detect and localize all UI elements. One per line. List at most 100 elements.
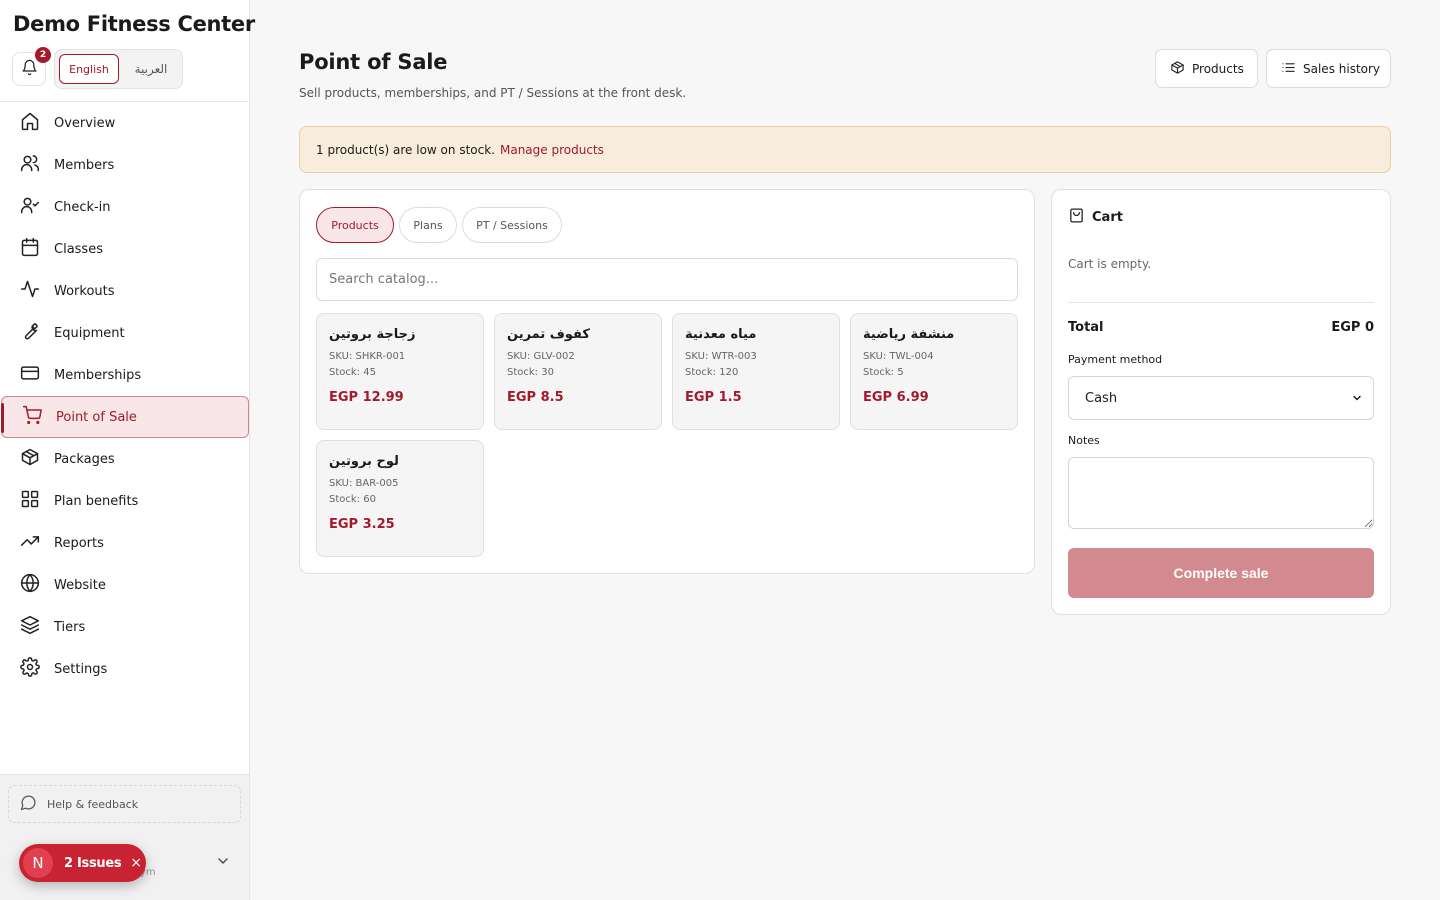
sales-history-label: Sales history (1303, 61, 1381, 76)
product-name: كفوف تمرين (507, 327, 590, 342)
language-switcher: English العربية (54, 49, 183, 89)
product-price: EGP 1.5 (685, 390, 742, 405)
sidebar-item-label: Tiers (54, 619, 86, 635)
tab-plans[interactable]: Plans (399, 207, 457, 243)
sidebar-item-label: Classes (54, 241, 103, 257)
notifications-button[interactable]: 2 (12, 47, 51, 86)
product-stock: Stock: 45 (329, 367, 376, 378)
low-stock-alert: 1 product(s) are low on stock. Manage pr… (299, 126, 1391, 173)
language-english-button[interactable]: English (59, 54, 119, 84)
sidebar-item-workouts[interactable]: Workouts (0, 270, 249, 312)
package-icon (1170, 60, 1192, 78)
wrench-icon (20, 321, 54, 345)
page-title: Point of Sale (299, 50, 448, 74)
sidebar-item-equipment[interactable]: Equipment (0, 312, 249, 354)
chevron-down-icon[interactable] (215, 853, 231, 869)
cart-divider (1068, 302, 1374, 303)
issues-label: 2 Issues (64, 855, 122, 871)
sidebar-item-label: Equipment (54, 325, 125, 341)
product-stock: Stock: 120 (685, 367, 739, 378)
product-stock: Stock: 60 (329, 494, 376, 505)
product-stock: Stock: 30 (507, 367, 554, 378)
user-check-icon (20, 195, 54, 219)
total-value: EGP 0 (1331, 320, 1374, 335)
shopping-bag-icon (1068, 207, 1092, 228)
payment-method-select[interactable]: Cash (1068, 376, 1374, 420)
sidebar-item-label: Settings (54, 661, 108, 677)
chevron-down-icon (1351, 392, 1363, 404)
sidebar-item-label: Check-in (54, 199, 111, 215)
help-feedback-button[interactable]: Help & feedback (8, 785, 241, 823)
sidebar-item-members[interactable]: Members (0, 144, 249, 186)
tab-pt-sessions[interactable]: PT / Sessions (462, 207, 562, 243)
cart-empty-text: Cart is empty. (1068, 257, 1152, 271)
sidebar-item-label: Packages (54, 451, 115, 467)
complete-sale-button[interactable]: Complete sale (1068, 548, 1374, 598)
issues-badge[interactable]: N 2 Issues × (19, 844, 146, 882)
home-icon (20, 111, 54, 135)
product-card[interactable]: منشفة رياضية SKU: TWL-004 Stock: 5 EGP 6… (850, 313, 1018, 430)
sidebar-item-label: Reports (54, 535, 104, 551)
payment-method-label: Payment method (1068, 353, 1163, 366)
sidebar-item-packages[interactable]: Packages (0, 438, 249, 480)
cart-icon (22, 405, 56, 429)
credit-card-icon (20, 363, 54, 387)
activity-icon (20, 279, 54, 303)
search-input[interactable] (316, 258, 1018, 301)
product-card[interactable]: زجاجة بروتين SKU: SHKR-001 Stock: 45 EGP… (316, 313, 484, 430)
sidebar: Demo Fitness Center 2 English العربية Ov… (0, 0, 255, 900)
product-sku: SKU: BAR-005 (329, 478, 399, 489)
sidebar-item-label: Overview (54, 115, 116, 131)
sidebar-item-settings[interactable]: Settings (0, 648, 249, 690)
sidebar-item-label: Memberships (54, 367, 142, 383)
language-arabic-button[interactable]: العربية (125, 54, 177, 84)
cart-panel: Cart Cart is empty. Total EGP 0 Payment … (1051, 189, 1391, 615)
product-card[interactable]: كفوف تمرين SKU: GLV-002 Stock: 30 EGP 8.… (494, 313, 662, 430)
sidebar-item-plan-benefits[interactable]: Plan benefits (0, 480, 249, 522)
sidebar-item-label: Members (54, 157, 115, 173)
users-icon (20, 153, 54, 177)
sidebar-item-label: Workouts (54, 283, 115, 299)
notes-label: Notes (1068, 434, 1100, 447)
products-button[interactable]: Products (1155, 49, 1258, 88)
sidebar-item-overview[interactable]: Overview (0, 102, 249, 144)
close-icon[interactable]: × (130, 855, 142, 871)
low-stock-text: 1 product(s) are low on stock. (316, 142, 495, 157)
sidebar-item-website[interactable]: Website (0, 564, 249, 606)
package-icon (20, 447, 54, 471)
message-circle-icon (20, 794, 47, 814)
tab-products[interactable]: Products (316, 207, 394, 243)
manage-products-link[interactable]: Manage products (500, 143, 604, 157)
cart-title: Cart (1092, 210, 1123, 225)
product-price: EGP 6.99 (863, 390, 929, 405)
product-card[interactable]: مياه معدنية SKU: WTR-003 Stock: 120 EGP … (672, 313, 840, 430)
product-name: لوح بروتين (329, 454, 399, 469)
product-sku: SKU: WTR-003 (685, 351, 757, 362)
sidebar-item-label: Plan benefits (54, 493, 139, 509)
page-subtitle: Sell products, memberships, and PT / Ses… (299, 86, 687, 100)
sales-history-button[interactable]: Sales history (1266, 49, 1391, 88)
product-name: مياه معدنية (685, 327, 757, 342)
catalog-panel: Products Plans PT / Sessions زجاجة بروتي… (299, 189, 1035, 574)
payment-method-value: Cash (1085, 390, 1118, 406)
product-stock: Stock: 5 (863, 367, 904, 378)
notes-field[interactable] (1068, 457, 1374, 529)
sidebar-footer: Help & feedback ym N 2 Issues × (0, 774, 249, 900)
sidebar-item-check-in[interactable]: Check-in (0, 186, 249, 228)
sidebar-item-tiers[interactable]: Tiers (0, 606, 249, 648)
sidebar-item-label: Website (54, 577, 106, 593)
notification-count-badge: 2 (35, 47, 51, 63)
product-price: EGP 12.99 (329, 390, 404, 405)
products-button-label: Products (1192, 61, 1244, 76)
calendar-icon (20, 237, 54, 261)
gear-icon (20, 657, 54, 681)
sidebar-item-point-of-sale[interactable]: Point of Sale (1, 396, 249, 438)
product-price: EGP 8.5 (507, 390, 564, 405)
globe-icon (20, 573, 54, 597)
sidebar-item-reports[interactable]: Reports (0, 522, 249, 564)
sidebar-item-classes[interactable]: Classes (0, 228, 249, 270)
app-title: Demo Fitness Center (13, 12, 255, 36)
sidebar-item-memberships[interactable]: Memberships (0, 354, 249, 396)
product-card[interactable]: لوح بروتين SKU: BAR-005 Stock: 60 EGP 3.… (316, 440, 484, 557)
cart-header: Cart (1068, 207, 1123, 228)
